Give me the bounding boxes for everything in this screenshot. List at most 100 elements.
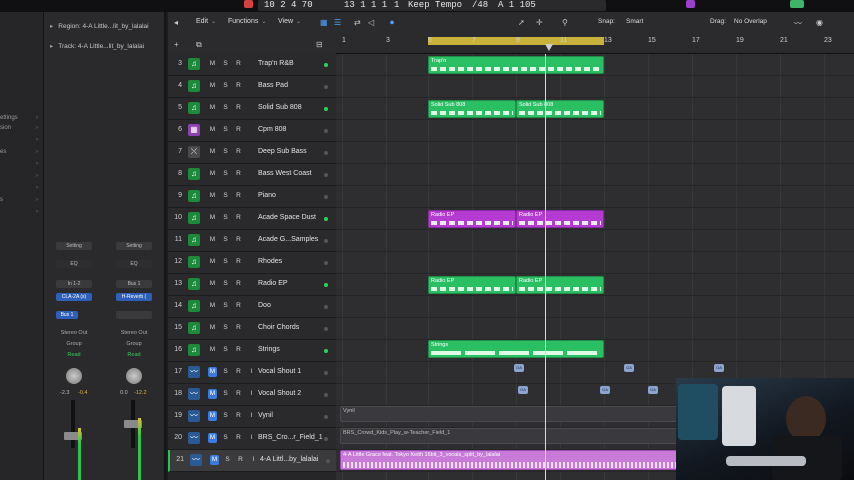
volume-fader-track[interactable] bbox=[71, 400, 75, 448]
track-header-row[interactable]: 20 〰 M S R I BRS_Cro...r_Field_1 bbox=[168, 428, 336, 450]
playhead[interactable] bbox=[545, 54, 546, 480]
record-enable-button[interactable]: R bbox=[234, 147, 243, 157]
setting-button[interactable]: Setting bbox=[116, 242, 152, 250]
track-name[interactable]: Acade Space Dust bbox=[258, 214, 316, 221]
audio-snippet-marker[interactable]: OA bbox=[624, 364, 634, 372]
track-name[interactable]: Solid Sub 808 bbox=[258, 104, 302, 111]
midi-region-solid-sub-1[interactable]: Solid Sub 808 bbox=[428, 100, 516, 118]
mute-button[interactable]: M bbox=[208, 433, 217, 443]
mute-button[interactable]: M bbox=[208, 411, 217, 421]
mute-button[interactable]: M bbox=[208, 59, 217, 69]
zoom-slider-icon[interactable]: ◉ bbox=[816, 18, 823, 27]
snap-icon[interactable]: ⏺ bbox=[390, 18, 394, 28]
track-header-row[interactable]: 14 ♫ M S R Doo bbox=[168, 296, 336, 318]
record-indicator-icon[interactable] bbox=[244, 0, 253, 8]
ruler[interactable]: 1 3 5 7 9 11 13 15 17 19 21 23 bbox=[336, 32, 854, 54]
solo-button[interactable]: S bbox=[221, 389, 230, 399]
audio-snippet-marker[interactable]: OA bbox=[518, 386, 528, 394]
record-enable-button[interactable]: R bbox=[236, 455, 245, 465]
record-enable-button[interactable]: R bbox=[234, 301, 243, 311]
chevron-right-icon[interactable]: › bbox=[36, 161, 38, 167]
record-enable-button[interactable]: R bbox=[234, 389, 243, 399]
input-monitor-button[interactable]: I bbox=[247, 389, 256, 399]
track-header-row[interactable]: 3 ♫ M S R Trap'n R&B bbox=[168, 54, 336, 76]
record-enable-button[interactable]: R bbox=[234, 169, 243, 179]
solo-button[interactable]: S bbox=[221, 257, 230, 267]
mute-button[interactable]: M bbox=[208, 213, 217, 223]
mute-button[interactable]: M bbox=[208, 389, 217, 399]
disclosure-triangle-icon[interactable]: ▸ bbox=[50, 43, 53, 50]
zoom-tool-icon[interactable]: ⚲ bbox=[562, 18, 568, 27]
view-menu[interactable]: View ⌄ bbox=[278, 18, 301, 25]
track-lane[interactable] bbox=[336, 318, 854, 340]
automation-mode[interactable]: Read bbox=[56, 352, 92, 358]
track-header-row[interactable]: 9 ♫ M S R Piano bbox=[168, 186, 336, 208]
plugin-icon[interactable] bbox=[686, 0, 695, 8]
drag-select[interactable]: No Overlap bbox=[734, 18, 767, 25]
setting-button[interactable]: Setting bbox=[56, 242, 92, 250]
record-enable-button[interactable]: R bbox=[234, 345, 243, 355]
add-track-icon[interactable]: + bbox=[174, 40, 179, 49]
record-enable-button[interactable]: R bbox=[234, 125, 243, 135]
track-name[interactable]: Strings bbox=[258, 346, 280, 353]
audio-snippet-marker[interactable]: OA bbox=[648, 386, 658, 394]
mute-button[interactable]: M bbox=[208, 235, 217, 245]
track-header-row[interactable]: 18 〰 M S R I Vocal Shout 2 bbox=[168, 384, 336, 406]
midi-region-trap[interactable]: Trap'n bbox=[428, 56, 604, 74]
pan-knob[interactable] bbox=[126, 368, 142, 384]
mute-button[interactable]: M bbox=[208, 103, 217, 113]
midi-region-radio-ep-2[interactable]: Radio EP bbox=[516, 210, 604, 228]
output-slot[interactable]: Stereo Out bbox=[56, 330, 92, 336]
solo-button[interactable]: S bbox=[221, 367, 230, 377]
midi-region-strings[interactable]: Strings bbox=[428, 340, 604, 358]
track-header-row[interactable]: 21 〰 M S R I 4-A Littl...by_lalalai bbox=[168, 450, 336, 472]
send-slot[interactable]: Bus 1 bbox=[56, 311, 78, 319]
track-header-row[interactable]: 16 ♫ M S R Strings bbox=[168, 340, 336, 362]
input-monitor-button[interactable]: I bbox=[249, 455, 258, 465]
midi-region-radio-ep-3[interactable]: Radio EP bbox=[428, 276, 516, 294]
mute-button[interactable]: M bbox=[208, 147, 217, 157]
audio-snippet-marker[interactable]: OA bbox=[600, 386, 610, 394]
record-enable-button[interactable]: R bbox=[234, 213, 243, 223]
midi-region-solid-sub-2[interactable]: Solid Sub 808 bbox=[516, 100, 604, 118]
track-lane[interactable] bbox=[336, 76, 854, 98]
track-header-row[interactable]: 7 ⤬ M S R Deep Sub Bass bbox=[168, 142, 336, 164]
midi-region-radio-ep-1[interactable]: Radio EP bbox=[428, 210, 516, 228]
solo-button[interactable]: S bbox=[221, 125, 230, 135]
record-enable-button[interactable]: R bbox=[234, 433, 243, 443]
group-slot[interactable]: Group bbox=[116, 341, 152, 347]
track-name[interactable]: Bass Pad bbox=[258, 82, 288, 89]
track-name[interactable]: BRS_Cro...r_Field_1 bbox=[258, 434, 323, 441]
record-enable-button[interactable]: R bbox=[234, 367, 243, 377]
input-slot[interactable]: Bus 1 bbox=[116, 280, 152, 288]
track-lane[interactable] bbox=[336, 252, 854, 274]
edit-menu[interactable]: Edit ⌄ bbox=[196, 18, 216, 25]
solo-button[interactable]: S bbox=[221, 59, 230, 69]
list-view-icon[interactable]: ☰ bbox=[334, 18, 341, 27]
solo-button[interactable]: S bbox=[221, 235, 230, 245]
mute-button[interactable]: M bbox=[208, 323, 217, 333]
chevron-right-icon[interactable]: › bbox=[36, 125, 38, 131]
solo-button[interactable]: S bbox=[221, 323, 230, 333]
chevron-right-icon[interactable]: › bbox=[36, 137, 38, 143]
track-name[interactable]: Acade G...Samples bbox=[258, 236, 318, 243]
record-enable-button[interactable]: R bbox=[234, 279, 243, 289]
solo-button[interactable]: S bbox=[221, 213, 230, 223]
track-name[interactable]: Vynil bbox=[258, 412, 273, 419]
solo-button[interactable]: S bbox=[221, 103, 230, 113]
solo-button[interactable]: S bbox=[221, 301, 230, 311]
track-name[interactable]: Choir Chords bbox=[258, 324, 299, 331]
track-lane[interactable] bbox=[336, 120, 854, 142]
record-enable-button[interactable]: R bbox=[234, 235, 243, 245]
track-name[interactable]: Deep Sub Bass bbox=[258, 148, 307, 155]
track-lane[interactable] bbox=[336, 164, 854, 186]
chevron-right-icon[interactable]: › bbox=[36, 173, 38, 179]
track-lane[interactable] bbox=[336, 186, 854, 208]
track-name[interactable]: Vocal Shout 1 bbox=[258, 368, 301, 375]
midi-region-radio-ep-4[interactable]: Radio EP bbox=[516, 276, 604, 294]
track-header-row[interactable]: 17 〰 M S R I Vocal Shout 1 bbox=[168, 362, 336, 384]
mute-button[interactable]: M bbox=[208, 125, 217, 135]
record-enable-button[interactable]: R bbox=[234, 257, 243, 267]
audio-snippet-marker[interactable]: OA bbox=[714, 364, 724, 372]
track-name[interactable]: Rhodes bbox=[258, 258, 282, 265]
